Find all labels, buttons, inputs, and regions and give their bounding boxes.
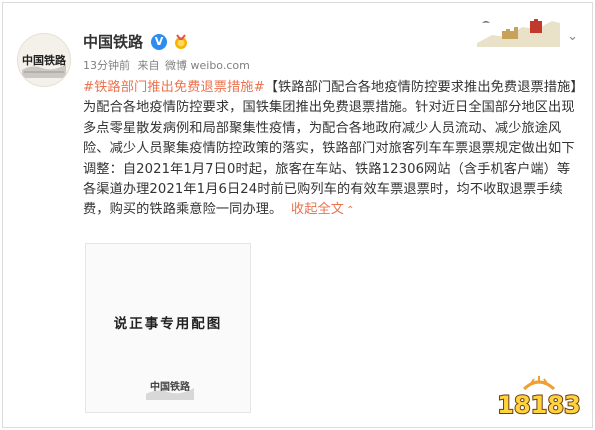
image-caption: 说正事专用配图	[113, 316, 223, 332]
svg-text:18183: 18183	[497, 391, 581, 419]
post-body-text: 【铁路部门配合各地疫情防控要求推出免费退票措施】为配合各地疫情防控要求，国铁集团…	[83, 80, 578, 218]
post-header: 中国铁路 V	[83, 31, 189, 52]
great-wall-decoration-icon	[477, 19, 560, 47]
chevron-up-icon: ⌃	[346, 205, 355, 217]
svg-text:中国铁路: 中国铁路	[150, 380, 191, 393]
post-body: #铁路部门推出免费退票措施#【铁路部门配合各地疫情防控要求推出免费退票措施】为配…	[83, 78, 583, 222]
avatar[interactable]: 中国铁路	[17, 33, 71, 87]
weibo-post-card: ⌄ 中国铁路 中国铁路 V 13分钟前 来自 微博 weibo.com #铁路部…	[2, 2, 593, 428]
attached-image[interactable]: 说正事专用配图 中国铁路	[85, 243, 251, 413]
username[interactable]: 中国铁路	[83, 31, 143, 52]
post-menu-chevron-down-icon[interactable]: ⌄	[567, 29, 578, 44]
collapse-label: 收起全文	[290, 202, 345, 218]
post-meta: 13分钟前 来自 微博 weibo.com	[83, 57, 254, 73]
topic-link[interactable]: #铁路部门推出免费退票措施#	[83, 80, 265, 95]
svg-text:中国铁路: 中国铁路	[22, 53, 67, 67]
18183-watermark-logo-icon: 18183	[496, 376, 582, 420]
source-label: 来自	[137, 59, 160, 72]
medal-icon	[175, 33, 188, 49]
post-source[interactable]: 微博 weibo.com	[165, 59, 250, 72]
verified-badge-icon: V	[151, 33, 168, 50]
post-time[interactable]: 13分钟前	[83, 59, 130, 72]
china-railway-logo-icon: 中国铁路	[146, 380, 194, 400]
collapse-full-text-link[interactable]: 收起全文 ⌃	[291, 202, 355, 217]
